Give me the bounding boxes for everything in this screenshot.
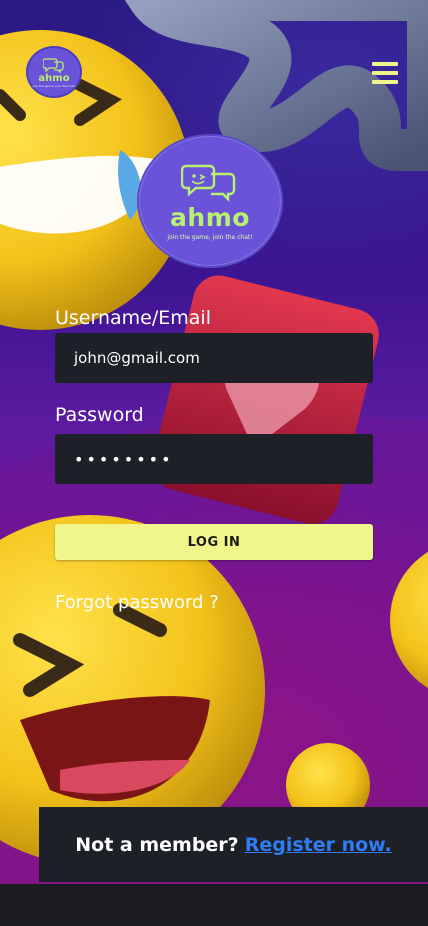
register-prompt: Not a member? <box>75 833 239 856</box>
login-button[interactable]: LOG IN <box>55 524 373 560</box>
hamburger-menu-icon <box>372 62 398 66</box>
bottom-strip <box>0 884 428 926</box>
hamburger-menu-icon-bar <box>372 71 398 75</box>
chat-bubbles-icon <box>181 164 236 202</box>
chat-bubbles-icon <box>43 57 64 73</box>
register-bar: Not a member? Register now. <box>39 807 428 882</box>
brand-tagline: join the game, join the chat! <box>167 234 253 241</box>
username-input[interactable]: john@gmail.com <box>55 333 373 383</box>
register-link[interactable]: Register now. <box>245 834 392 856</box>
brand-wordmark: ahmo <box>38 72 70 84</box>
brand-logo: ahmo join the game, join the chat! <box>137 134 283 268</box>
hamburger-menu-icon-bar <box>372 80 398 84</box>
brand-logo-small[interactable]: ahmo join the game, join the chat! <box>26 46 82 98</box>
forgot-password-link[interactable]: Forgot password ? <box>55 592 219 613</box>
password-label: Password <box>55 404 144 426</box>
password-input[interactable]: •••••••• <box>55 434 373 484</box>
menu-button[interactable] <box>370 60 400 86</box>
brand-wordmark: ahmo <box>170 203 250 232</box>
brand-tagline-small: join the game, join the chat! <box>32 83 76 88</box>
username-label: Username/Email <box>55 307 211 329</box>
